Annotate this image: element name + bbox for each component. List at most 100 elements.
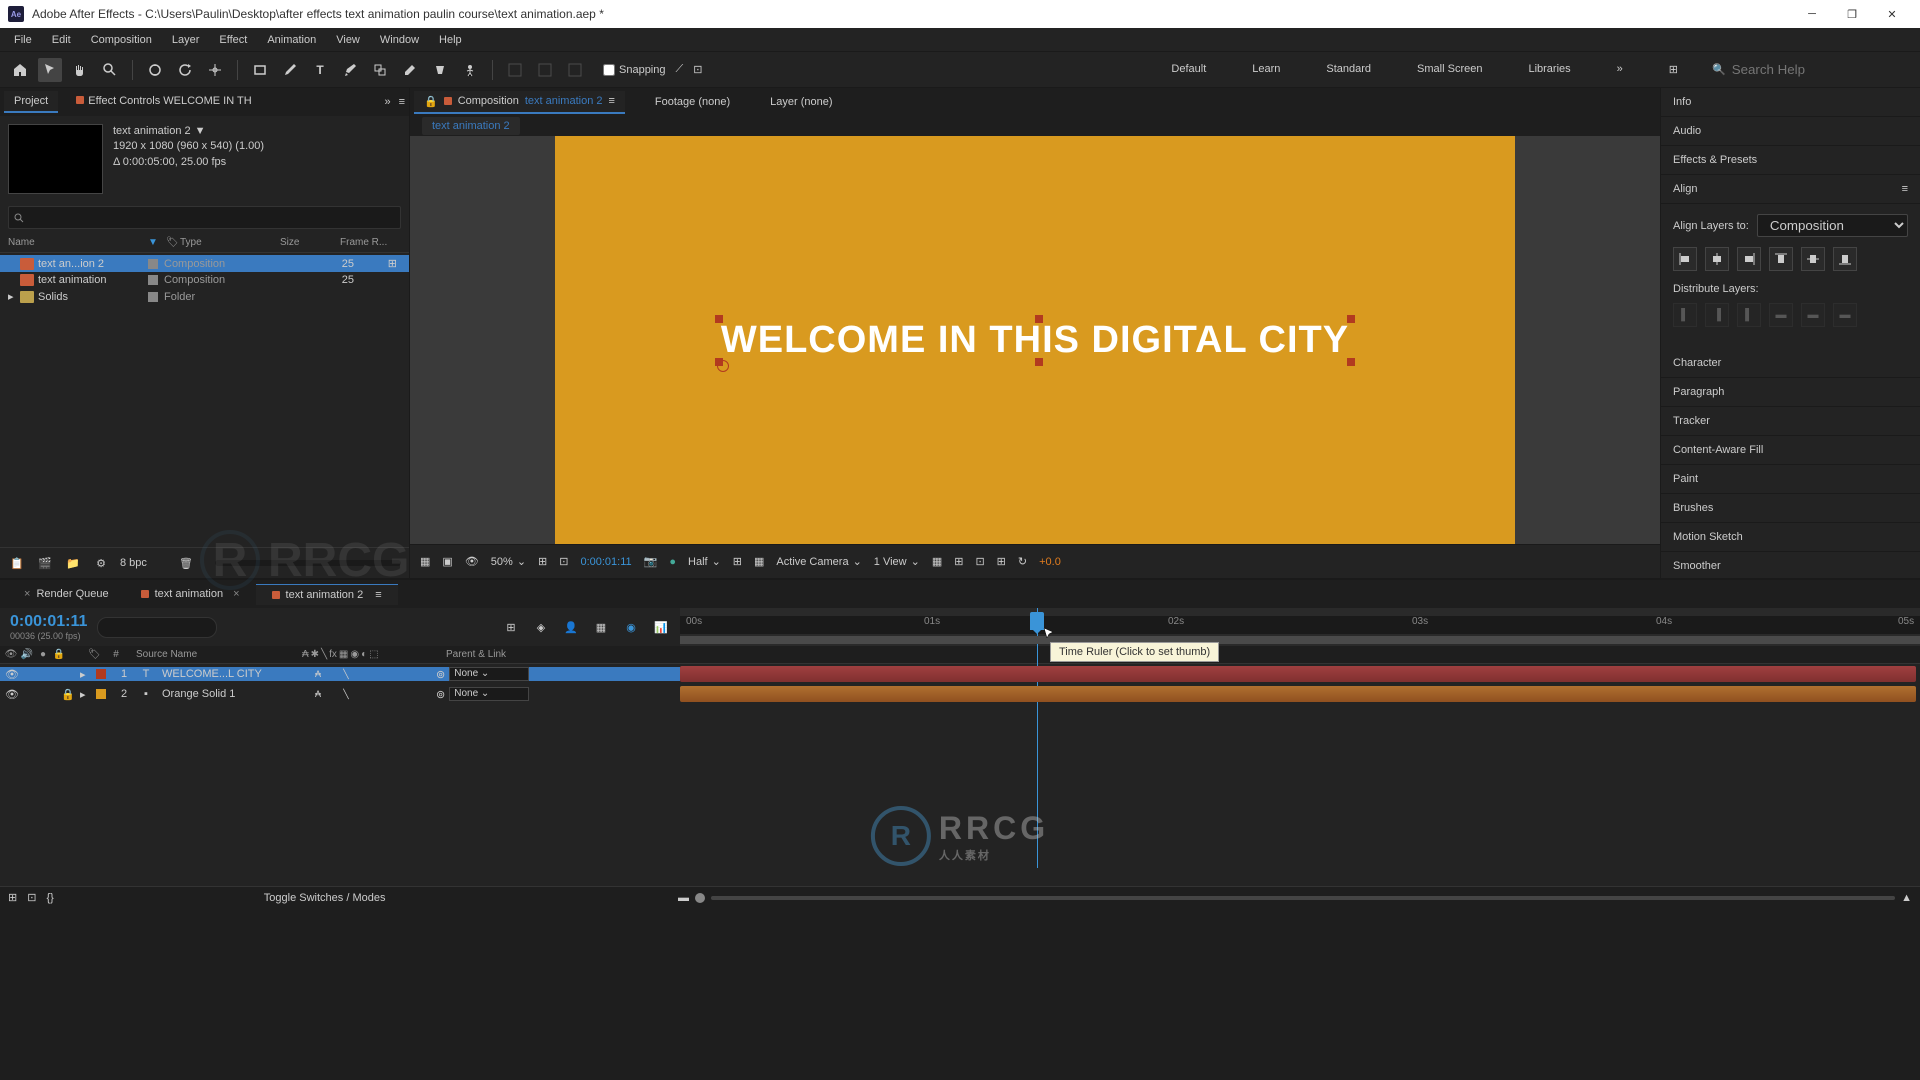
visibility-toggle[interactable]: 👁 [4, 668, 20, 681]
timeline-timecode[interactable]: 0:00:01:11 [10, 613, 87, 631]
clone-tool[interactable] [368, 58, 392, 82]
help-search-input[interactable] [1732, 62, 1912, 77]
comp-dropdown-icon[interactable]: ▼ [195, 124, 206, 139]
workspace-default[interactable]: Default [1163, 59, 1214, 80]
viewer-tab-footage[interactable]: Footage (none) [645, 92, 740, 112]
brush-tool[interactable] [338, 58, 362, 82]
menu-animation[interactable]: Animation [257, 30, 326, 50]
text-tool[interactable]: T [308, 58, 332, 82]
panel-content-aware[interactable]: Content-Aware Fill [1661, 436, 1920, 465]
mesh-icon-3[interactable] [563, 58, 587, 82]
quality-switch[interactable]: ╲ [340, 688, 352, 700]
frame-blend-button[interactable]: ▦ [592, 618, 610, 636]
tab-menu-icon[interactable]: ≡ [609, 95, 615, 107]
close-button[interactable]: ✕ [1872, 0, 1912, 28]
menu-file[interactable]: File [4, 30, 42, 50]
new-comp-icon[interactable]: 🎬 [36, 554, 54, 572]
resolution-icon[interactable]: ⊞ [538, 555, 547, 568]
channels-icon[interactable]: ● [669, 556, 676, 568]
guides-icon[interactable]: ▦ [754, 555, 764, 568]
parent-dropdown[interactable]: None ⌄ [449, 687, 529, 701]
graph-editor-button[interactable]: 📊 [652, 618, 670, 636]
frameblend-col-icon[interactable]: ▦ [339, 649, 348, 660]
tab-project[interactable]: Project [4, 91, 58, 113]
snapshot-icon[interactable]: 📷 [644, 555, 658, 568]
interpret-icon[interactable]: 📋 [8, 554, 26, 572]
workspace-small-screen[interactable]: Small Screen [1409, 59, 1490, 80]
menu-window[interactable]: Window [370, 30, 429, 50]
mesh-icon[interactable] [503, 58, 527, 82]
video-column-icon[interactable]: 👁 [4, 648, 18, 662]
render-icon[interactable]: ⊡ [27, 891, 36, 904]
label-color[interactable] [96, 689, 106, 699]
source-name-column[interactable]: Source Name [130, 649, 298, 660]
panel-paragraph[interactable]: Paragraph [1661, 378, 1920, 407]
col-sort-icon[interactable]: ▼ [148, 237, 166, 248]
roi-icon[interactable]: ⊡ [559, 555, 568, 568]
lock-icon[interactable]: 🔒 [424, 95, 438, 108]
tab-effect-controls[interactable]: Effect Controls WELCOME IN TH [66, 91, 261, 113]
layer-name[interactable]: Orange Solid 1 [158, 688, 308, 700]
lock-toggle[interactable]: 🔒 [60, 688, 76, 701]
visibility-toggle[interactable]: 👁 [4, 688, 20, 701]
selection-tool[interactable] [38, 58, 62, 82]
resolution-dropdown[interactable]: Half ⌄ [688, 555, 721, 568]
viewer-tab-composition[interactable]: 🔒 Composition text animation 2 ≡ [414, 91, 625, 114]
bit-depth-label[interactable]: 8 bpc [120, 557, 147, 569]
draft3d-icon[interactable]: ◈ [532, 618, 550, 636]
comp-flowchart-icon[interactable]: ⊞ [502, 618, 520, 636]
panel-paint[interactable]: Paint [1661, 465, 1920, 494]
brackets-icon[interactable]: {} [46, 892, 53, 904]
shy-switch[interactable]: ₳ [312, 668, 324, 680]
panel-info[interactable]: Info [1661, 88, 1920, 117]
minimize-button[interactable]: ─ [1792, 0, 1832, 28]
composition-thumbnail[interactable] [8, 124, 103, 194]
anchor-tool[interactable] [203, 58, 227, 82]
panel-menu-icon[interactable]: ≡ [1902, 183, 1908, 195]
panel-motion-sketch[interactable]: Motion Sketch [1661, 523, 1920, 552]
twirl-icon[interactable]: ▸ [8, 290, 20, 303]
align-bottom-button[interactable] [1833, 247, 1857, 271]
selection-handle[interactable] [715, 315, 723, 323]
eraser-tool[interactable] [398, 58, 422, 82]
label-color[interactable] [96, 669, 106, 679]
timeline-search-input[interactable] [97, 617, 217, 638]
parent-dropdown[interactable]: None ⌄ [449, 667, 529, 681]
twirl-icon[interactable]: ▸ [80, 668, 92, 681]
roto-tool[interactable] [428, 58, 452, 82]
panel-smoother[interactable]: Smoother [1661, 552, 1920, 581]
project-item[interactable]: text animation Composition 25 [0, 272, 409, 288]
solo-column-icon[interactable]: ● [36, 648, 50, 662]
audio-column-icon[interactable]: 🔊 [20, 648, 34, 662]
home-button[interactable] [8, 58, 32, 82]
timeline-layer-row[interactable]: 👁 ▸ 1 T WELCOME...L CITY ₳ ╲ ⊚ None ⌄ [0, 664, 1920, 684]
hash-column[interactable]: # [106, 649, 126, 660]
quality-col-icon[interactable]: ╲ [321, 649, 327, 660]
label-column-icon[interactable]: 🏷 [88, 649, 102, 660]
shy-button[interactable]: 👤 [562, 618, 580, 636]
timeline-tab-render-queue[interactable]: ×Render Queue [4, 584, 125, 604]
viewer-tab-layer[interactable]: Layer (none) [760, 92, 842, 112]
orbit-tool[interactable] [143, 58, 167, 82]
align-to-dropdown[interactable]: Composition [1757, 214, 1908, 237]
flowchart-icon[interactable]: ⊞ [388, 257, 397, 270]
parent-column[interactable]: Parent & Link [426, 649, 546, 660]
zoom-out-icon[interactable]: ▬ [678, 892, 689, 904]
menu-effect[interactable]: Effect [209, 30, 257, 50]
transparency-icon[interactable]: ▣ [442, 555, 452, 568]
flowchart-icon[interactable]: ⊞ [997, 555, 1006, 568]
new-folder-icon[interactable]: 📁 [64, 554, 82, 572]
motionblur-col-icon[interactable]: ◉ [350, 649, 359, 660]
panel-align-header[interactable]: Align ≡ [1661, 175, 1920, 204]
layer-duration-bar[interactable] [680, 666, 1916, 682]
draft3d-icon[interactable]: ⊡ [975, 555, 984, 568]
project-search-input[interactable] [8, 206, 401, 229]
hand-tool[interactable] [68, 58, 92, 82]
views-dropdown[interactable]: 1 View ⌄ [874, 555, 920, 568]
viewer-canvas[interactable]: WELCOME IN THIS DIGITAL CITY [410, 136, 1660, 544]
panel-menu-icon[interactable]: ≡ [399, 96, 405, 108]
work-area-bar[interactable] [680, 636, 1920, 644]
exposure-value[interactable]: +0.0 [1039, 556, 1061, 568]
3d-renderer-icon[interactable]: ⊞ [954, 555, 963, 568]
pen-tool[interactable] [278, 58, 302, 82]
